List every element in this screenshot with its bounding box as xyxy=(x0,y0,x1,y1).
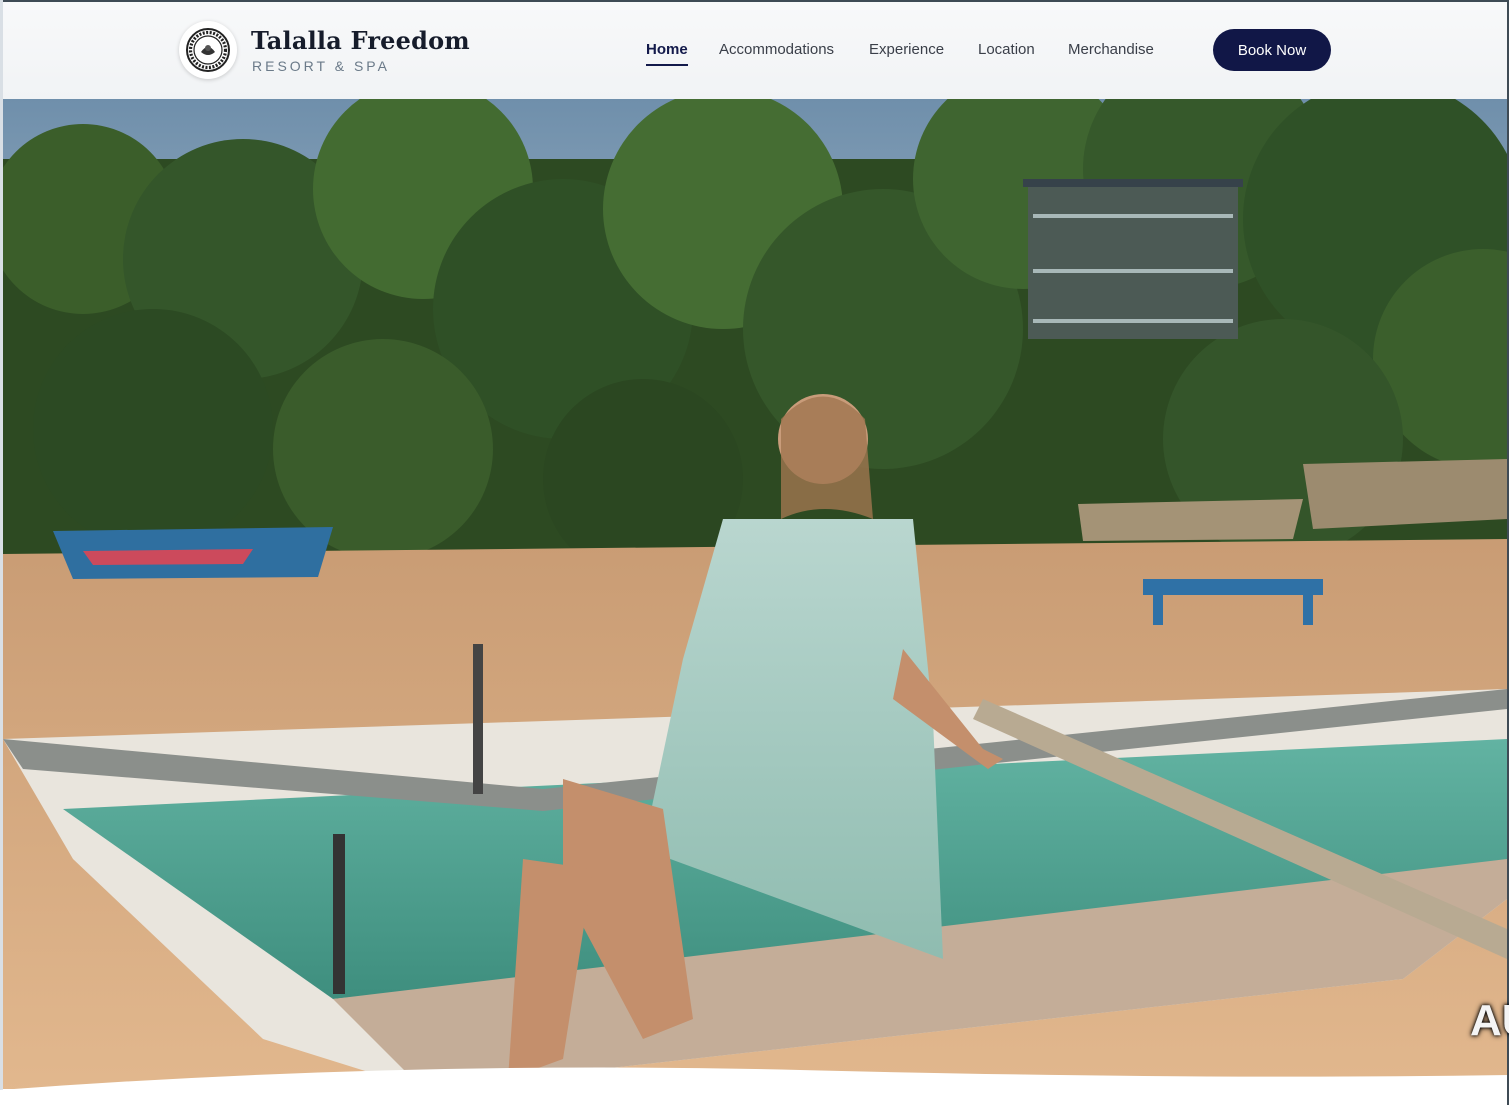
nav-accommodations[interactable]: Accommodations xyxy=(719,41,834,58)
nav-home[interactable]: Home xyxy=(646,41,688,66)
hero-overlay-text: AU xyxy=(1470,996,1509,1045)
hero-video[interactable] xyxy=(3,99,1507,1089)
nav-location[interactable]: Location xyxy=(978,41,1035,58)
site-header: Talalla Freedom RESORT & SPA Home Accomm… xyxy=(3,2,1507,99)
nav-experience[interactable]: Experience xyxy=(869,41,944,58)
hero-beach-image xyxy=(3,99,1507,1089)
hero-bottom-curve xyxy=(0,1067,1509,1105)
nav-merchandise[interactable]: Merchandise xyxy=(1068,41,1154,58)
book-now-button[interactable]: Book Now xyxy=(1213,29,1331,71)
